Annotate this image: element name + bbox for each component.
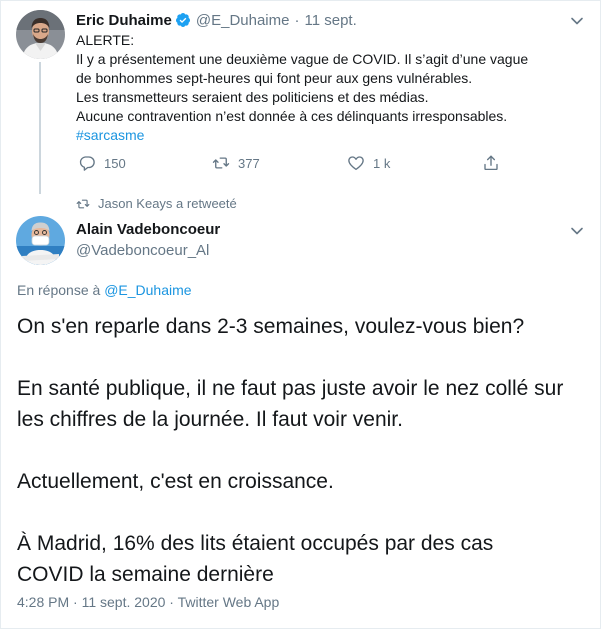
tweet-text-line: les chiffres de la journée. Il faut voir… xyxy=(17,408,403,431)
tweet-text-line: Les transmetteurs seraient des politicie… xyxy=(76,89,429,105)
reply-context: En réponse à @E_Duhaime xyxy=(17,282,192,298)
avatar[interactable] xyxy=(16,216,65,265)
tweet-text-line: ALERTE: xyxy=(76,32,135,48)
author-handle[interactable]: @Vadeboncoeur_Al xyxy=(76,242,209,259)
reply-icon xyxy=(79,156,95,171)
author-name[interactable]: Eric Duhaime xyxy=(76,12,172,29)
separator: · xyxy=(294,11,300,29)
heart-icon xyxy=(348,156,364,171)
share-button[interactable] xyxy=(482,154,508,172)
tweet-text-line: Actuellement, c'est en croissance. xyxy=(17,470,334,493)
retweet-icon xyxy=(212,157,230,169)
reply-count: 150 xyxy=(104,155,126,171)
retweet-context-text: Jason Keays a retweeté xyxy=(98,196,237,211)
like-count: 1 k xyxy=(373,155,391,171)
retweet-count: 377 xyxy=(238,155,260,171)
tweet-date[interactable]: 11 sept. xyxy=(304,12,356,29)
author-handle[interactable]: @E_Duhaime xyxy=(196,12,290,29)
retweet-icon xyxy=(76,199,90,208)
hashtag-link[interactable]: #sarcasme xyxy=(76,126,586,145)
retweet-context[interactable]: Jason Keays a retweeté xyxy=(76,196,237,211)
tweet-text-line: Il y a présentement une deuxième vague d… xyxy=(76,51,529,67)
tweet-text-line: COVID la semaine dernière xyxy=(17,563,274,586)
avatar[interactable] xyxy=(16,10,65,59)
tweet-text-line: On s'en reparle dans 2-3 semaines, voule… xyxy=(17,315,525,338)
parent-tweet[interactable]: Eric Duhaime @E_Duhaime · 11 sept. ALERT… xyxy=(0,0,601,194)
reply-button[interactable]: 150 xyxy=(78,154,126,172)
author-name[interactable]: Alain Vadeboncoeur xyxy=(76,221,220,238)
parent-tweet-header: Eric Duhaime @E_Duhaime · 11 sept. xyxy=(76,10,357,30)
chevron-down-icon[interactable] xyxy=(570,14,584,28)
tweet-text-line: En santé publique, il ne faut pas juste … xyxy=(17,377,564,400)
reply-prefix: En réponse à xyxy=(17,282,101,298)
tweet-text-line: Aucune contravention n’est donnée à ces … xyxy=(76,108,508,124)
like-button[interactable]: 1 k xyxy=(347,154,390,172)
thread-line xyxy=(39,62,41,194)
parent-tweet-text: ALERTE: Il y a présentement une deuxième… xyxy=(76,31,586,145)
tweet-text-line: de bonhommes sept-heures qui font peur a… xyxy=(76,70,473,86)
share-icon xyxy=(484,155,498,171)
tweet-timestamp[interactable]: 4:28 PM · 11 sept. 2020 · Twitter Web Ap… xyxy=(17,594,279,610)
reply-target-link[interactable]: @E_Duhaime xyxy=(104,282,191,298)
chevron-down-icon[interactable] xyxy=(570,224,584,238)
verified-badge-icon xyxy=(175,12,191,28)
tweet-text-line: À Madrid, 16% des lits étaient occupés p… xyxy=(17,532,494,555)
main-tweet-text: On s'en reparle dans 2-3 semaines, voule… xyxy=(17,311,587,590)
retweet-button[interactable]: 377 xyxy=(212,154,260,172)
tweet-actions: 150 377 1 k xyxy=(76,154,516,174)
